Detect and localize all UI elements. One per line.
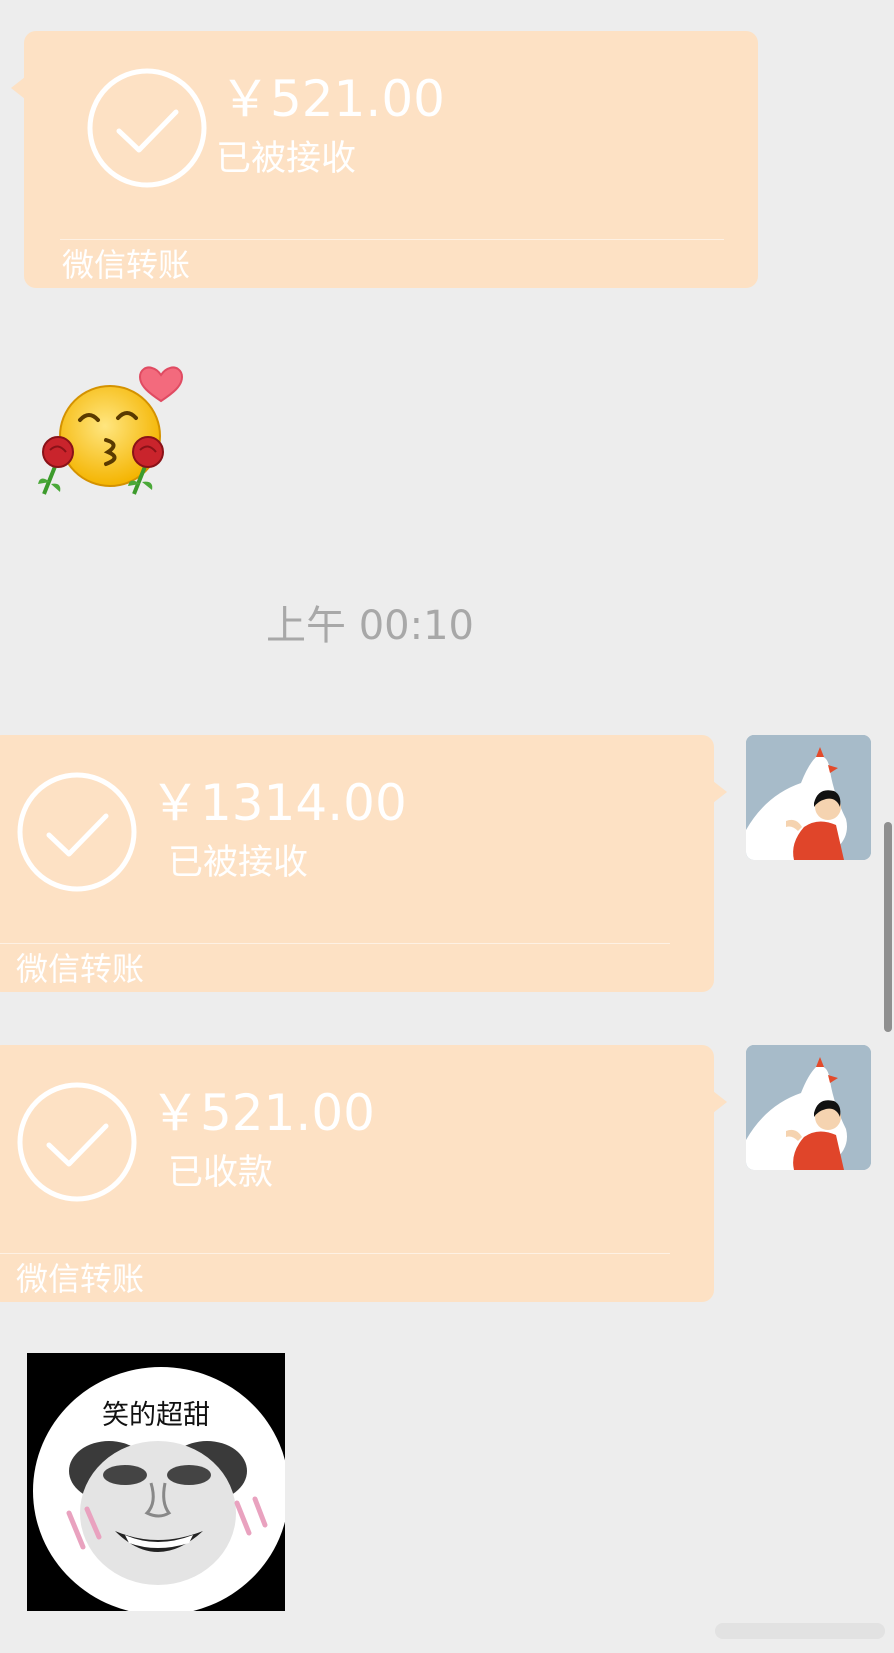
- goose-hug-avatar-icon: [746, 735, 871, 860]
- check-circle-icon: [17, 772, 137, 892]
- transfer-card-outgoing-2[interactable]: ￥521.00 已收款 微信转账: [0, 1045, 727, 1302]
- panda-meme-sticker[interactable]: 笑的超甜: [27, 1353, 285, 1611]
- meme-caption: 笑的超甜: [102, 1400, 210, 1431]
- transfer-amount: ￥521.00: [220, 70, 445, 128]
- transfer-footer-label: 微信转账: [16, 1260, 145, 1298]
- divider: [0, 943, 670, 944]
- user-avatar[interactable]: [746, 1045, 871, 1170]
- transfer-card-outgoing-1[interactable]: ￥1314.00 已被接收 微信转账: [0, 735, 727, 992]
- divider: [0, 1253, 670, 1254]
- bubble-tail: [713, 1091, 727, 1113]
- scrollbar[interactable]: [884, 822, 892, 1032]
- kiss-face-roses-sticker[interactable]: [36, 366, 186, 502]
- transfer-status: 已被接收: [168, 843, 309, 883]
- bubble-tail: [713, 781, 727, 803]
- user-avatar[interactable]: [746, 735, 871, 860]
- transfer-footer-label: 微信转账: [62, 246, 191, 284]
- transfer-amount: ￥1314.00: [150, 774, 407, 832]
- panda-face-icon: [27, 1353, 285, 1611]
- divider: [60, 239, 724, 240]
- goose-hug-avatar-icon: [746, 1045, 871, 1170]
- check-circle-icon: [17, 1082, 137, 1202]
- transfer-status: 已收款: [168, 1153, 274, 1193]
- bubble-tail: [11, 77, 25, 99]
- message-timestamp: 上午 00:10: [266, 603, 474, 649]
- check-circle-icon: [87, 68, 207, 188]
- transfer-status: 已被接收: [216, 139, 357, 179]
- transfer-card-incoming-1[interactable]: ￥521.00 已被接收 微信转账: [11, 31, 758, 288]
- transfer-amount: ￥521.00: [150, 1084, 375, 1142]
- home-indicator: [715, 1623, 885, 1639]
- transfer-footer-label: 微信转账: [16, 950, 145, 988]
